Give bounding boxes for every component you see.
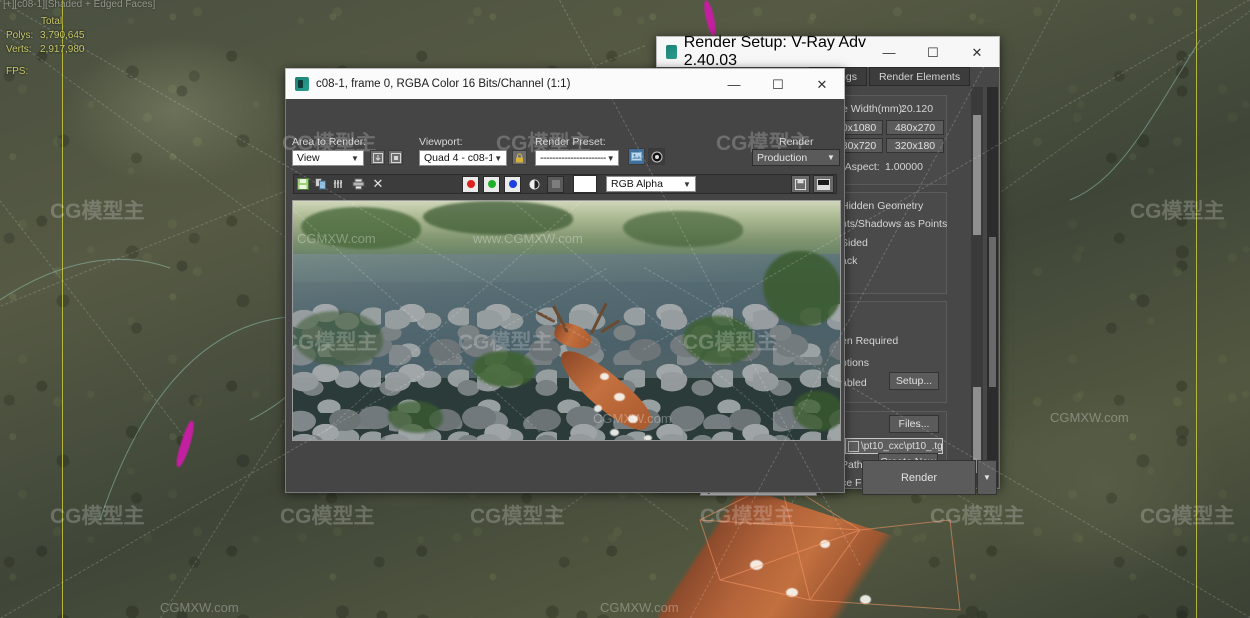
render-preset-label: Render Preset: [535,136,606,148]
channel-select-combo[interactable]: RGB Alpha ▼ [606,176,696,192]
screen: [+][c08-1][Shaded + Edged Faces] Total P… [0,0,1250,618]
render-setup-title-text: Render Setup: V-Ray Adv 2.40.03 [683,34,867,69]
render-moss [793,391,840,431]
deer-spot [644,435,652,440]
max-app-icon [295,77,309,91]
chevron-down-icon: ▼ [683,179,691,189]
setup-button[interactable]: Setup... [889,372,939,390]
output-path-field[interactable]: \pt10_cxc\pt10_.tga [845,438,943,454]
channel-select-value: RGB Alpha [611,178,663,190]
render-setup-caption-buttons[interactable]: — ☐ ✕ [867,37,999,67]
preset-480x270-button[interactable]: 480x270 [886,120,944,135]
aperture-width-value[interactable]: 20.120 [901,103,933,115]
option-lights-shadows-as-points[interactable]: hts/Shadows as Points [841,218,947,230]
area-to-render-combo[interactable]: View ▼ [292,150,364,166]
render-preset-combo[interactable]: ------------------------- ▼ [535,150,619,166]
viewport-split-axis-right [1196,0,1197,618]
area-to-render-label: Area to Render: [292,136,367,148]
bitmap-options-label[interactable]: ptions [841,357,869,369]
save-image-icon[interactable] [294,178,312,190]
clone-image-icon[interactable] [330,178,348,190]
deer-neck [551,340,659,440]
red-channel-icon[interactable] [462,175,479,193]
render-frame-window[interactable]: c08-1, frame 0, RGBA Color 16 Bits/Chann… [282,68,845,493]
stats-verts-value: 2,917,980 [40,44,85,55]
deer-spot [594,405,602,412]
files-button[interactable]: Files... [889,415,939,433]
deer-head [551,319,595,353]
chevron-down-icon: ▼ [606,153,615,163]
render-setup-scrollbar[interactable] [971,87,983,487]
chevron-down-icon[interactable]: ▼ [977,460,997,495]
rfw-toolbar[interactable]: ✕ RGB Alpha ▼ [293,174,837,194]
rfw-caption-buttons[interactable]: — ☐ ✕ [712,69,844,99]
copy-image-icon[interactable] [312,178,330,190]
render-setup-render-button[interactable]: Render [862,460,976,495]
render-mode-value: Production [757,151,808,164]
deer-antler-right-branch [600,319,621,334]
alpha-channel-icon[interactable] [526,178,542,190]
rfw-body: CG模型主 CG模型主 CG模型主 Area to Render: Viewpo… [282,99,845,493]
color-swatch[interactable] [573,175,597,193]
display-alpha-icon[interactable] [813,175,834,193]
print-image-icon[interactable] [348,178,368,190]
rendered-image[interactable]: CGMXW.com www.CGMXW.com CG模型主 CG模型主 CG模型… [292,200,841,441]
stats-fps-label: FPS: [6,66,29,77]
clear-image-icon[interactable]: ✕ [368,176,388,192]
lock-icon[interactable] [512,150,527,165]
area-to-render-value: View [297,152,320,164]
rfw-titlebar[interactable]: c08-1, frame 0, RGBA Color 16 Bits/Chann… [285,68,845,99]
close-icon[interactable]: ✕ [800,69,844,99]
tab-render-elements[interactable]: Render Elements [868,67,971,86]
maximize-icon[interactable]: ☐ [911,37,955,67]
option-hidden-geometry[interactable]: Hidden Geometry [841,200,923,212]
minimize-icon[interactable]: — [712,69,756,99]
deer-spot [600,373,609,380]
render-preset-value: ------------------------- [540,152,606,164]
option-two-sided[interactable]: Sided [841,237,868,249]
chevron-down-icon: ▼ [351,153,359,163]
viewport-label-rfw: Viewport: [419,136,463,148]
viewport-combo[interactable]: Quad 4 - c08-1 ▼ [419,150,507,166]
blue-channel-icon[interactable] [504,175,521,193]
deer-spot [614,393,625,401]
rfw-title-text: c08-1, frame 0, RGBA Color 16 Bits/Chann… [316,78,571,90]
render-moss [473,351,535,387]
render-button-label[interactable]: Render [779,136,813,148]
max-app-icon [666,45,677,59]
minimize-icon[interactable]: — [867,37,911,67]
edit-region-icon[interactable] [388,150,403,165]
render-mode-combo[interactable]: Production ▼ [752,149,840,166]
chevron-down-icon: ▼ [494,153,503,163]
save-layout-icon[interactable] [791,175,810,193]
preset-320x180-button[interactable]: 320x180 [886,138,944,153]
scrollbar-outer-thumb[interactable] [989,237,996,387]
aperture-width-label: e Width(mm): [842,103,905,115]
render-target-icon[interactable] [648,148,665,165]
monochrome-icon[interactable] [547,175,564,193]
render-deer [536,302,708,440]
pixel-aspect-label: l Aspect: [840,161,880,173]
render-setup-titlebar[interactable]: Render Setup: V-Ray Adv 2.40.03 — ☐ ✕ [656,34,1000,69]
deer-spot [628,415,638,423]
close-icon[interactable]: ✕ [955,37,999,67]
auto-region-selected-icon[interactable] [370,150,385,165]
deer-spot [610,429,619,436]
maximize-icon[interactable]: ☐ [756,69,800,99]
green-channel-icon[interactable] [483,175,500,193]
render-moss [388,401,443,433]
compute-when-required-label[interactable]: en Required [841,335,898,347]
output-path-text: \pt10_cxc\pt10_.tga [861,440,943,452]
render-setup-icon[interactable] [628,148,645,165]
stats-verts-label: Verts: [6,44,32,55]
render-setup-scrollbar-outer[interactable] [987,87,998,487]
viewport-label[interactable]: [+][c08-1][Shaded + Edged Faces] [3,0,155,10]
viewport-split-axis-left [62,0,63,618]
chevron-down-icon: ▼ [827,153,835,162]
file-icon [848,440,859,452]
pixel-aspect-value[interactable]: 1.00000 [885,161,923,173]
viewport-combo-value: Quad 4 - c08-1 [424,152,493,164]
scrollbar-thumb[interactable] [973,115,981,235]
